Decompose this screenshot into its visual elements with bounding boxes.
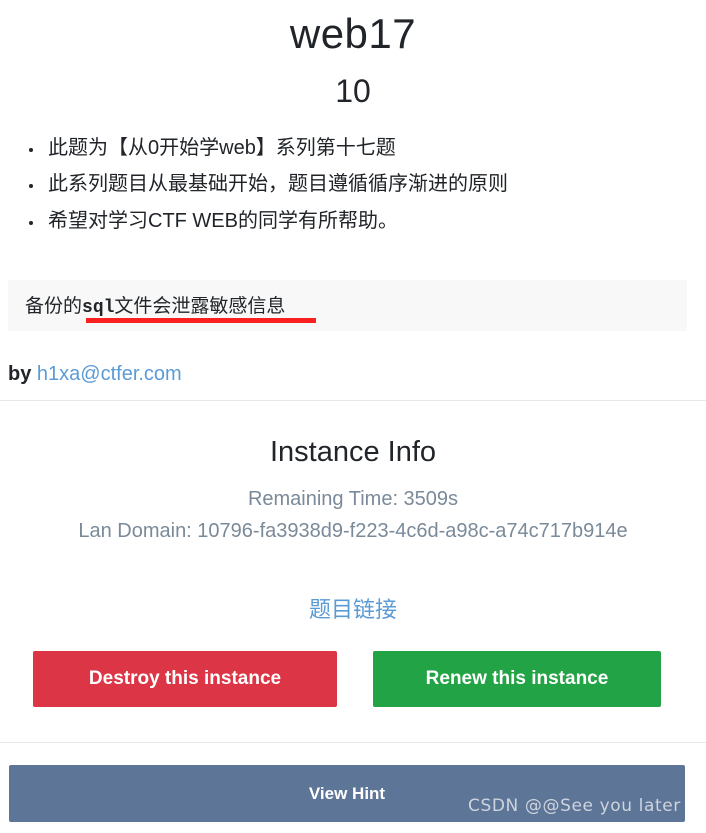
hint-emphasis: sql <box>82 298 115 318</box>
author-email-link[interactable]: h1xa@ctfer.com <box>37 363 182 385</box>
red-underline-annotation <box>86 318 316 323</box>
list-item: 希望对学习CTF WEB的同学有所帮助。 <box>44 203 706 239</box>
challenge-hint-panel: 备份的sql文件会泄露敏感信息 <box>8 280 687 331</box>
instance-info-meta: Remaining Time: 3509s Lan Domain: 10796-… <box>53 483 653 548</box>
hint-suffix: 文件会泄露敏感信息 <box>114 296 286 317</box>
instance-info-heading: Instance Info <box>269 436 437 468</box>
page-title: web17 <box>289 10 417 57</box>
destroy-instance-button[interactable]: Destroy this instance <box>33 651 337 707</box>
view-hint-button[interactable]: View Hint <box>9 765 685 822</box>
section-divider <box>0 400 706 401</box>
list-item: 此系列题目从最基础开始，题目遵循循序渐进的原则 <box>44 166 706 202</box>
renew-instance-button[interactable]: Renew this instance <box>373 651 661 707</box>
section-divider <box>0 742 706 743</box>
hint-prefix: 备份的 <box>25 296 83 317</box>
lan-domain-text: Lan Domain: 10796-fa3938d9-f223-4c6d-a98… <box>78 520 628 543</box>
list-item: 此题为【从0开始学web】系列第十七题 <box>44 130 706 166</box>
author-by-label: by <box>8 363 32 385</box>
challenge-description-list: 此题为【从0开始学web】系列第十七题 此系列题目从最基础开始，题目遵循循序渐进… <box>0 130 706 239</box>
challenge-link-wrapper: 题目链接 <box>0 592 706 624</box>
challenge-link[interactable]: 题目链接 <box>309 597 397 622</box>
remaining-time-text: Remaining Time: 3509s <box>247 488 459 510</box>
challenge-score: 10 <box>335 72 371 109</box>
challenge-hint-text: 备份的sql文件会泄露敏感信息 <box>25 291 285 318</box>
author-line: by h1xa@ctfer.com <box>8 363 182 386</box>
